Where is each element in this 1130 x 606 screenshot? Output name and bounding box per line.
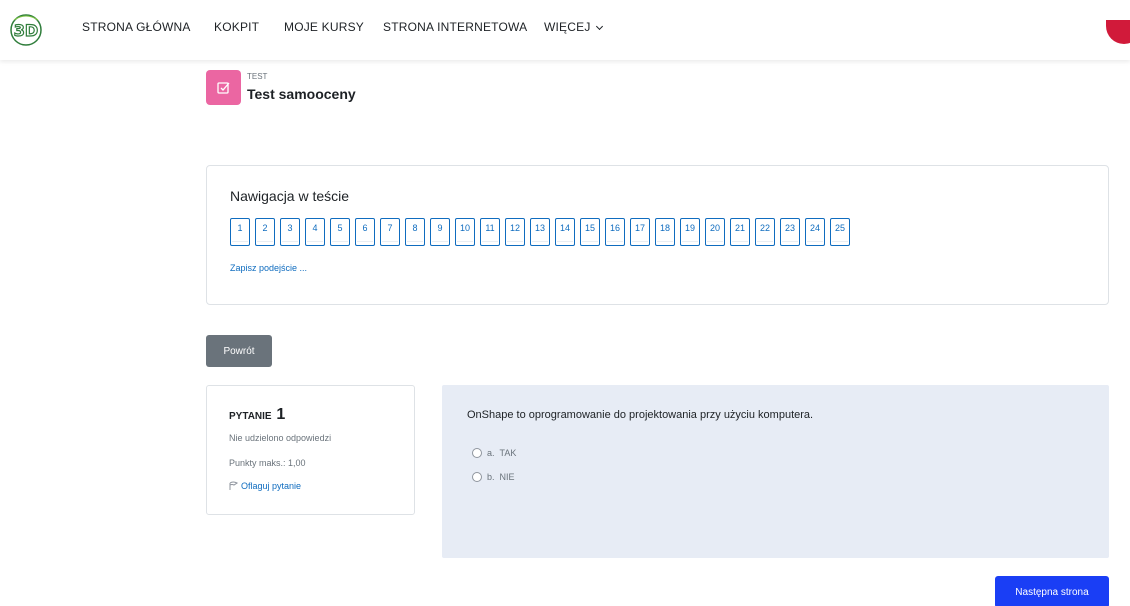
question-nav-button[interactable]: 6 xyxy=(355,218,375,246)
answer-label: NIE xyxy=(499,472,515,482)
question-nav-button[interactable]: 15 xyxy=(580,218,600,246)
question-content: OnShape to oprogramowanie do projektowan… xyxy=(442,385,1109,558)
radio-button[interactable] xyxy=(472,448,482,458)
nav-my-courses[interactable]: MOJE KURSY xyxy=(284,20,364,34)
question-nav-button[interactable]: 13 xyxy=(530,218,550,246)
nav-more[interactable]: WIĘCEJ xyxy=(544,20,603,34)
question-number: PYTANIE 1 xyxy=(229,406,285,424)
question-info-panel: PYTANIE 1 Nie udzielono odpowiedzi Punkt… xyxy=(206,385,415,515)
question-nav-button[interactable]: 19 xyxy=(680,218,700,246)
question-nav-button[interactable]: 23 xyxy=(780,218,800,246)
question-nav-button[interactable]: 4 xyxy=(305,218,325,246)
back-button[interactable]: Powrót xyxy=(206,335,272,367)
question-nav-button[interactable]: 7 xyxy=(380,218,400,246)
nav-website[interactable]: STRONA INTERNETOWA xyxy=(383,20,527,34)
question-nav-button[interactable]: 2 xyxy=(255,218,275,246)
next-page-button[interactable]: Następna strona xyxy=(995,576,1109,606)
quiz-icon xyxy=(206,70,241,105)
question-nav-button[interactable]: 17 xyxy=(630,218,650,246)
radio-button[interactable] xyxy=(472,472,482,482)
answer-letter: a. xyxy=(487,448,495,458)
question-max-grade: Punkty maks.: 1,00 xyxy=(229,458,306,468)
flag-icon xyxy=(229,481,238,490)
nav-more-label: WIĘCEJ xyxy=(544,20,591,34)
question-number-value: 1 xyxy=(276,406,286,423)
question-nav-button[interactable]: 1 xyxy=(230,218,250,246)
question-text: OnShape to oprogramowanie do projektowan… xyxy=(467,409,814,421)
question-nav-button[interactable]: 20 xyxy=(705,218,725,246)
question-button-list: 1 2 3 4 5 6 7 8 9 10 11 12 13 14 15 16 1… xyxy=(230,218,850,246)
question-nav-button[interactable]: 18 xyxy=(655,218,675,246)
question-nav-button[interactable]: 22 xyxy=(755,218,775,246)
chevron-down-icon xyxy=(595,22,603,31)
quiz-navigation-block: Nawigacja w teście 1 2 3 4 5 6 7 8 9 10 … xyxy=(206,165,1109,305)
question-nav-button[interactable]: 14 xyxy=(555,218,575,246)
question-nav-button[interactable]: 3 xyxy=(280,218,300,246)
question-nav-button[interactable]: 11 xyxy=(480,218,500,246)
flag-question-link[interactable]: Oflaguj pytanie xyxy=(229,481,301,491)
question-nav-button[interactable]: 12 xyxy=(505,218,525,246)
answer-label: TAK xyxy=(499,448,517,458)
question-nav-button[interactable]: 10 xyxy=(455,218,475,246)
finish-attempt-link[interactable]: Zapisz podejście ... xyxy=(230,263,307,273)
user-avatar[interactable] xyxy=(1106,20,1130,44)
nav-home[interactable]: STRONA GŁÓWNA xyxy=(82,20,191,34)
quiz-navigation-title: Nawigacja w teście xyxy=(230,188,350,204)
page-title: Test samooceny xyxy=(247,86,356,102)
nav-dashboard[interactable]: KOKPIT xyxy=(214,20,259,34)
site-logo[interactable]: 3D xyxy=(8,10,44,50)
question-nav-button[interactable]: 21 xyxy=(730,218,750,246)
question-nav-button[interactable]: 5 xyxy=(330,218,350,246)
question-nav-button[interactable]: 8 xyxy=(405,218,425,246)
question-nav-button[interactable]: 9 xyxy=(430,218,450,246)
svg-text:3D: 3D xyxy=(14,21,38,40)
checkbox-icon xyxy=(216,81,229,94)
question-nav-button[interactable]: 16 xyxy=(605,218,625,246)
question-state: Nie udzielono odpowiedzi xyxy=(229,433,332,443)
answer-letter: b. xyxy=(487,472,495,482)
flag-question-label: Oflaguj pytanie xyxy=(241,481,302,491)
activity-type-label: TEST xyxy=(247,72,268,81)
answer-option-a[interactable]: a. TAK xyxy=(472,448,516,458)
question-label: PYTANIE xyxy=(229,411,272,422)
answer-option-b[interactable]: b. NIE xyxy=(472,472,515,482)
top-navbar: 3D STRONA GŁÓWNA KOKPIT MOJE KURSY STRON… xyxy=(0,0,1130,60)
question-nav-button[interactable]: 24 xyxy=(805,218,825,246)
question-nav-button[interactable]: 25 xyxy=(830,218,850,246)
